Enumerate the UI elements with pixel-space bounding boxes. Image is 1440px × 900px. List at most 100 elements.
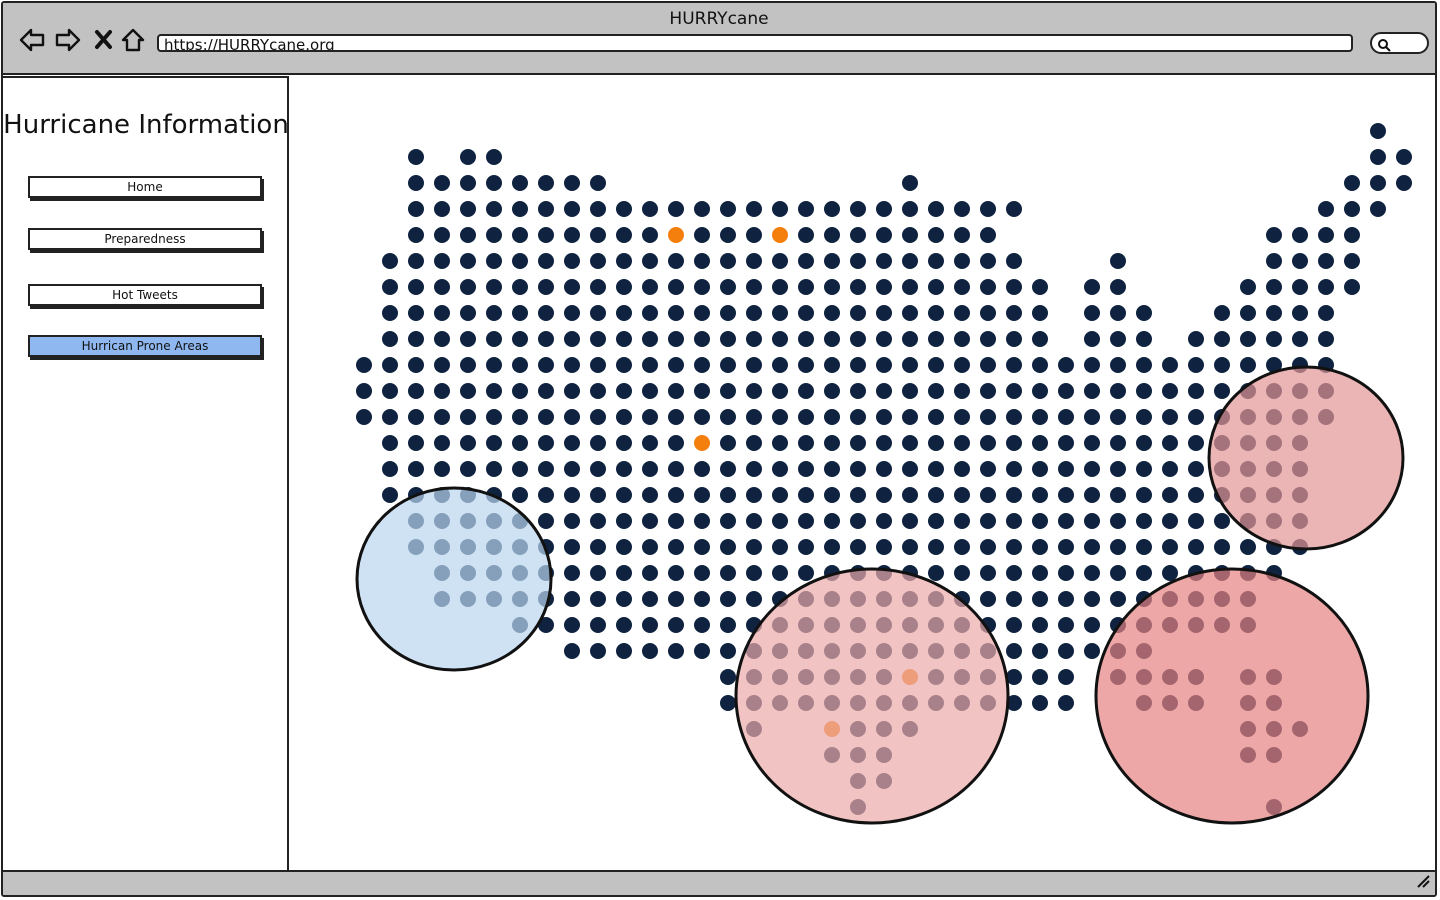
map-dot — [564, 643, 580, 659]
map-dot — [1240, 279, 1256, 295]
map-dot — [616, 409, 632, 425]
map-dot — [642, 435, 658, 451]
map-dot — [1032, 591, 1048, 607]
close-x-icon[interactable] — [93, 27, 119, 53]
map-dot — [1032, 461, 1048, 477]
map-dot — [434, 357, 450, 373]
map-dot — [746, 435, 762, 451]
map-dot — [538, 383, 554, 399]
map-dot — [1084, 643, 1100, 659]
map-dot — [850, 331, 866, 347]
map-dot — [1032, 643, 1048, 659]
hurricane-zone-northeast[interactable] — [1207, 365, 1405, 551]
map-dot — [720, 643, 736, 659]
map-dot — [694, 409, 710, 425]
map-dot — [1240, 357, 1256, 373]
map-dot — [850, 227, 866, 243]
map-dot — [928, 279, 944, 295]
map-dot — [1058, 565, 1074, 581]
map-dot — [720, 539, 736, 555]
map-dot — [1292, 279, 1308, 295]
map-dot — [954, 539, 970, 555]
map-dot — [642, 279, 658, 295]
map-dot — [876, 331, 892, 347]
map-dot — [772, 461, 788, 477]
map-dot — [1136, 435, 1152, 451]
map-dot — [694, 305, 710, 321]
resize-grip-icon[interactable] — [1415, 873, 1431, 893]
map-dot — [408, 201, 424, 217]
map-dot — [1370, 149, 1386, 165]
map-dot — [954, 279, 970, 295]
home-icon[interactable] — [120, 27, 146, 53]
map-dot — [616, 357, 632, 373]
hurricane-zone-gulf[interactable] — [734, 567, 1010, 825]
map-dot — [850, 487, 866, 503]
map-dot — [538, 201, 554, 217]
map-dot — [1188, 331, 1204, 347]
map-dot — [1318, 201, 1334, 217]
map-dot — [1084, 435, 1100, 451]
map-dot — [1110, 461, 1126, 477]
hurricane-zone-southeast[interactable] — [1094, 567, 1370, 825]
map-dot — [1162, 435, 1178, 451]
map-dot — [1292, 305, 1308, 321]
map-dot — [616, 617, 632, 633]
map-dot — [850, 539, 866, 555]
map-dot — [668, 487, 684, 503]
map-dot — [772, 305, 788, 321]
map-dot — [1032, 695, 1048, 711]
map-dot — [642, 253, 658, 269]
map-dot — [980, 435, 996, 451]
map-dot — [772, 435, 788, 451]
browser-search-box[interactable] — [1370, 32, 1429, 54]
map-dot — [408, 357, 424, 373]
map-dot — [538, 513, 554, 529]
map-dot — [1006, 565, 1022, 581]
nav-button-home[interactable]: Home — [28, 176, 262, 198]
map-dot — [1032, 669, 1048, 685]
map-dot — [876, 227, 892, 243]
map-dot — [1110, 487, 1126, 503]
back-arrow-icon[interactable] — [19, 27, 45, 53]
map-dot — [590, 175, 606, 191]
map-dot — [1318, 305, 1334, 321]
map-dot — [564, 253, 580, 269]
map-dot — [382, 253, 398, 269]
map-dot — [1032, 617, 1048, 633]
map-dot — [590, 383, 606, 399]
map-dot — [668, 617, 684, 633]
us-dot-map — [355, 123, 1412, 825]
map-dot — [850, 409, 866, 425]
nav-button-preparedness[interactable]: Preparedness — [28, 228, 262, 250]
nav-button-hurrican-prone-areas[interactable]: Hurrican Prone Areas — [28, 335, 262, 357]
map-dot — [1370, 175, 1386, 191]
map-dot — [1344, 175, 1360, 191]
map-dot — [590, 539, 606, 555]
map-dot — [746, 279, 762, 295]
map-dot — [642, 487, 658, 503]
map-dot — [1266, 227, 1282, 243]
map-dot — [928, 539, 944, 555]
nav-button-hot-tweets[interactable]: Hot Tweets — [28, 284, 262, 306]
map-dot — [980, 331, 996, 347]
map-dot — [720, 305, 736, 321]
map-dot — [642, 383, 658, 399]
map-dot — [850, 461, 866, 477]
forward-arrow-icon[interactable] — [55, 27, 81, 53]
map-dot — [1266, 279, 1282, 295]
map-dot — [1006, 331, 1022, 347]
hurricane-zone-west[interactable] — [355, 486, 553, 672]
map-dot — [902, 461, 918, 477]
map-dot — [590, 617, 606, 633]
map-dot — [486, 331, 502, 347]
map-dot — [1162, 539, 1178, 555]
map-dot — [1396, 149, 1412, 165]
map-dot — [1110, 435, 1126, 451]
map-dot — [668, 643, 684, 659]
map-dot — [668, 513, 684, 529]
map-dot — [1110, 591, 1126, 607]
map-dot — [694, 617, 710, 633]
address-bar[interactable]: https://HURRYcane.org — [157, 34, 1353, 52]
map-dot — [382, 435, 398, 451]
